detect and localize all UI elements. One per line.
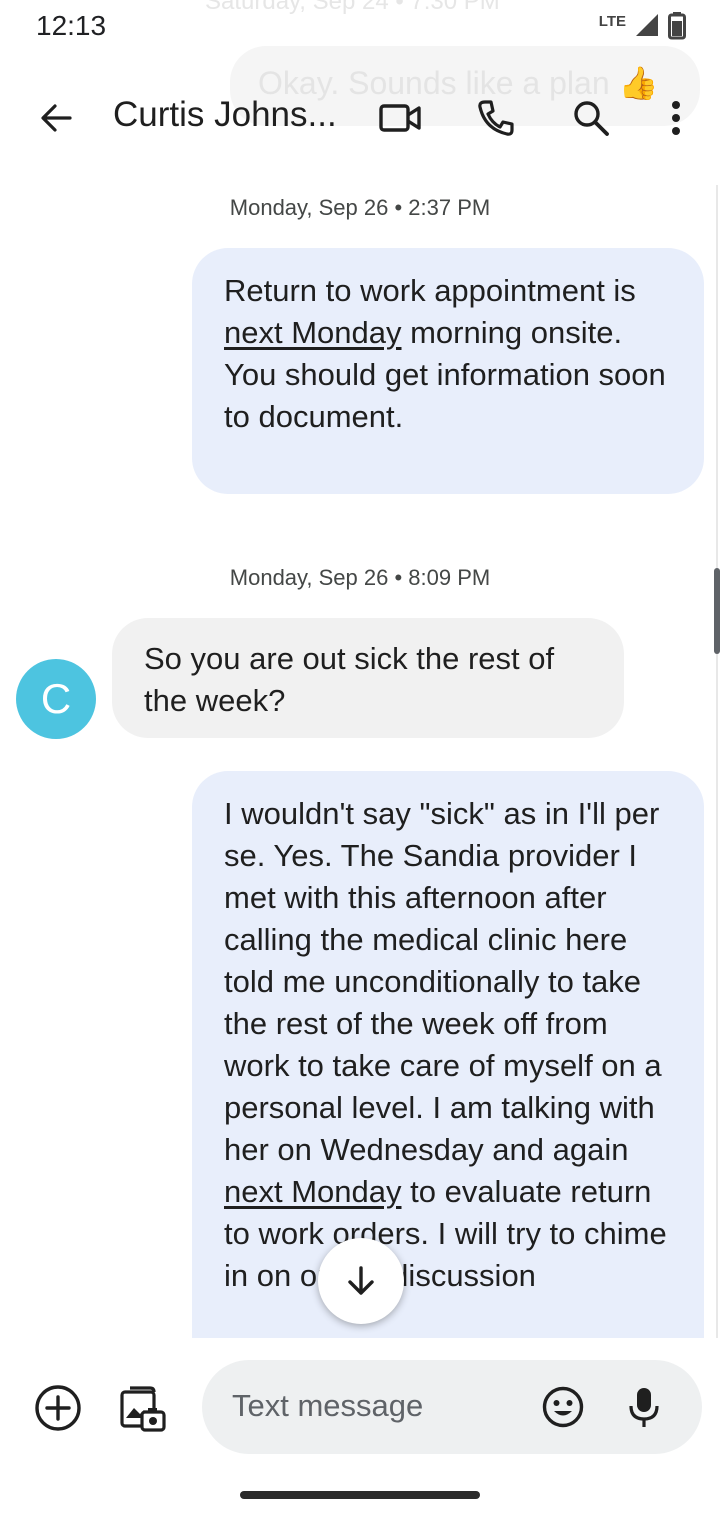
date-link[interactable]: next Monday: [224, 1174, 402, 1209]
outgoing-message[interactable]: Return to work appointment is next Monda…: [192, 248, 704, 494]
conversation-area[interactable]: Saturday, Sep 24 • 7:30 PM Okay. Sounds …: [0, 0, 720, 1338]
more-vert-icon: [672, 101, 680, 135]
outgoing-message[interactable]: I wouldn't say "sick" as in I'll per se.…: [192, 771, 704, 1338]
scrollbar-thumb[interactable]: [714, 568, 720, 654]
back-arrow-icon: [41, 104, 72, 132]
photo-camera-icon: [120, 1386, 166, 1432]
back-button[interactable]: [28, 92, 84, 144]
search-icon: [574, 101, 609, 136]
gallery-button[interactable]: [114, 1380, 170, 1436]
attach-button[interactable]: [30, 1380, 86, 1436]
contact-name[interactable]: Curtis Johns...: [113, 95, 337, 135]
date-label: Monday, Sep 26 • 8:09 PM: [229, 565, 491, 590]
contact-avatar[interactable]: C: [16, 659, 96, 739]
video-camera-icon: [379, 104, 421, 132]
scroll-to-bottom-button[interactable]: [318, 1238, 404, 1324]
add-circle-icon: [35, 1385, 81, 1431]
date-link[interactable]: next Monday: [224, 315, 402, 350]
voice-call-button[interactable]: [468, 92, 524, 144]
voice-input-button[interactable]: [618, 1380, 670, 1434]
arrow-down-icon: [348, 1266, 374, 1295]
search-button[interactable]: [563, 92, 619, 144]
phone-icon: [478, 100, 514, 136]
emoji-icon: [542, 1386, 584, 1428]
more-options-button[interactable]: [652, 92, 700, 144]
emoji-button[interactable]: [536, 1380, 590, 1434]
incoming-message[interactable]: So you are out sick the rest of the week…: [112, 618, 624, 738]
microphone-icon: [629, 1388, 659, 1427]
message-input-placeholder: Text message: [232, 1388, 424, 1423]
video-call-button[interactable]: [372, 92, 428, 144]
navigation-handle[interactable]: [240, 1491, 480, 1499]
previous-date-label: Saturday, Sep 24 • 7:30 PM: [205, 0, 500, 15]
scrollbar-track[interactable]: [716, 185, 718, 1465]
date-label: Monday, Sep 26 • 2:37 PM: [229, 195, 491, 220]
